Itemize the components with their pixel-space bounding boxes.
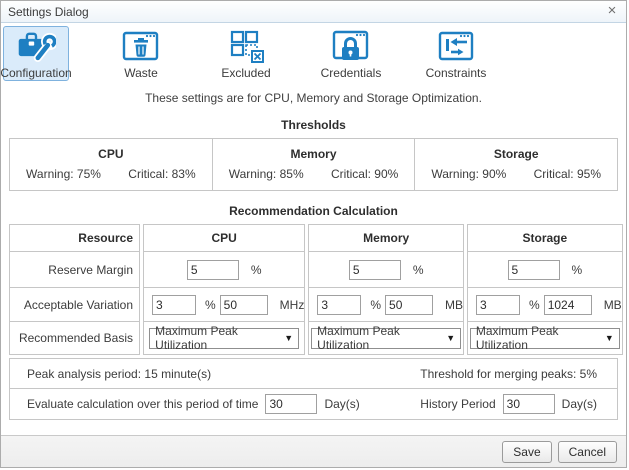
thresholds-box: CPU Warning: 75% Critical: 83% Memory Wa… bbox=[9, 138, 618, 191]
recommendation-footer-box: Peak analysis period: 15 minute(s) Thres… bbox=[9, 358, 618, 420]
storage-variation-percent-input[interactable] bbox=[476, 295, 520, 315]
tab-bar: Configuration Waste bbox=[1, 23, 626, 83]
recommendation-title: Recommendation Calculation bbox=[1, 204, 626, 218]
cpu-header: CPU bbox=[144, 225, 304, 251]
cpu-basis-value: Maximum Peak Utilization bbox=[155, 324, 284, 352]
storage-basis-dropdown[interactable]: Maximum Peak Utilization ▼ bbox=[470, 328, 620, 349]
memory-basis-value: Maximum Peak Utilization bbox=[317, 324, 446, 352]
storage-basis-value: Maximum Peak Utilization bbox=[476, 324, 605, 352]
constraints-arrows-icon bbox=[436, 29, 476, 65]
memory-reserve-unit: % bbox=[413, 263, 424, 277]
tab-credentials-label: Credentials bbox=[321, 66, 382, 80]
tab-excluded-label: Excluded bbox=[221, 66, 270, 80]
memory-variation-abs-input[interactable] bbox=[385, 295, 433, 315]
cpu-reserve-margin-input[interactable] bbox=[187, 260, 239, 280]
cpu-variation-percent-input[interactable] bbox=[152, 295, 196, 315]
threshold-cpu-name: CPU bbox=[10, 147, 212, 161]
threshold-storage-critical: Critical: 95% bbox=[534, 167, 601, 181]
reserve-margin-label: Reserve Margin bbox=[10, 251, 139, 287]
storage-variation-percent-unit: % bbox=[529, 298, 540, 312]
cpu-reserve-unit: % bbox=[251, 263, 262, 277]
memory-variation-abs-unit: MB bbox=[445, 298, 463, 312]
history-period-input[interactable] bbox=[503, 394, 555, 414]
dialog-title: Settings Dialog bbox=[8, 5, 89, 19]
evaluate-period-label: Evaluate calculation over this period of… bbox=[27, 397, 258, 411]
trash-window-icon bbox=[121, 29, 161, 65]
storage-variation-abs-unit: MB bbox=[604, 298, 622, 312]
threshold-storage: Storage Warning: 90% Critical: 95% bbox=[414, 139, 617, 190]
intro-text: These settings are for CPU, Memory and S… bbox=[1, 91, 626, 105]
cancel-button[interactable]: Cancel bbox=[558, 441, 617, 463]
cpu-variation-abs-input[interactable] bbox=[220, 295, 268, 315]
tab-configuration-label: Configuration bbox=[0, 66, 71, 80]
save-button[interactable]: Save bbox=[502, 441, 551, 463]
memory-variation-percent-input[interactable] bbox=[317, 295, 361, 315]
chevron-down-icon: ▼ bbox=[446, 333, 455, 343]
storage-reserve-unit: % bbox=[572, 263, 583, 277]
chevron-down-icon: ▼ bbox=[605, 333, 614, 343]
memory-basis-dropdown[interactable]: Maximum Peak Utilization ▼ bbox=[311, 328, 461, 349]
thresholds-title: Thresholds bbox=[1, 118, 626, 132]
resource-header: Resource bbox=[10, 225, 139, 251]
tab-credentials[interactable]: Credentials bbox=[318, 26, 384, 81]
threshold-cpu-critical: Critical: 83% bbox=[128, 167, 195, 181]
footer-bar: Save Cancel bbox=[1, 435, 626, 467]
chevron-down-icon: ▼ bbox=[284, 333, 293, 343]
threshold-memory-critical: Critical: 90% bbox=[331, 167, 398, 181]
storage-column: Storage % % MB Maximum Peak Utilization … bbox=[467, 224, 623, 355]
threshold-storage-warning: Warning: 90% bbox=[431, 167, 506, 181]
threshold-memory-warning: Warning: 85% bbox=[229, 167, 304, 181]
settings-dialog: Settings Dialog × Configuration bbox=[0, 0, 627, 468]
recommendation-table: Resource Reserve Margin Acceptable Varia… bbox=[9, 224, 618, 420]
cpu-variation-percent-unit: % bbox=[205, 298, 216, 312]
toolbox-wrench-icon bbox=[16, 29, 56, 65]
threshold-memory: Memory Warning: 85% Critical: 90% bbox=[212, 139, 415, 190]
memory-reserve-margin-input[interactable] bbox=[349, 260, 401, 280]
memory-variation-percent-unit: % bbox=[370, 298, 381, 312]
cpu-basis-dropdown[interactable]: Maximum Peak Utilization ▼ bbox=[149, 328, 299, 349]
resource-column: Resource Reserve Margin Acceptable Varia… bbox=[9, 224, 140, 355]
tab-waste-label: Waste bbox=[124, 66, 158, 80]
close-icon[interactable]: × bbox=[604, 3, 620, 19]
acceptable-variation-label: Acceptable Variation bbox=[10, 287, 139, 321]
tab-waste[interactable]: Waste bbox=[108, 26, 174, 81]
memory-header: Memory bbox=[309, 225, 463, 251]
merge-threshold-text: Threshold for merging peaks: 5% bbox=[420, 367, 597, 381]
evaluate-period-input[interactable] bbox=[265, 394, 317, 414]
storage-header: Storage bbox=[468, 225, 622, 251]
cpu-column: CPU % % MHz Maximum Peak Utilization ▼ bbox=[143, 224, 305, 355]
recommended-basis-label: Recommended Basis bbox=[10, 321, 139, 354]
titlebar: Settings Dialog × bbox=[1, 1, 626, 23]
history-period-label: History Period bbox=[420, 397, 495, 411]
lock-window-icon bbox=[331, 29, 371, 65]
threshold-memory-name: Memory bbox=[213, 147, 415, 161]
evaluate-period-unit: Day(s) bbox=[324, 397, 359, 411]
threshold-cpu: CPU Warning: 75% Critical: 83% bbox=[10, 139, 212, 190]
storage-variation-abs-input[interactable] bbox=[544, 295, 592, 315]
tab-excluded[interactable]: Excluded bbox=[213, 26, 279, 81]
threshold-storage-name: Storage bbox=[415, 147, 617, 161]
tab-constraints-label: Constraints bbox=[426, 66, 487, 80]
storage-reserve-margin-input[interactable] bbox=[508, 260, 560, 280]
peak-analysis-text: Peak analysis period: 15 minute(s) bbox=[27, 367, 211, 381]
excluded-grid-icon bbox=[226, 29, 266, 65]
cpu-variation-abs-unit: MHz bbox=[280, 298, 305, 312]
threshold-cpu-warning: Warning: 75% bbox=[26, 167, 101, 181]
tab-constraints[interactable]: Constraints bbox=[423, 26, 489, 81]
tab-configuration[interactable]: Configuration bbox=[3, 26, 69, 81]
history-period-unit: Day(s) bbox=[562, 397, 597, 411]
memory-column: Memory % % MB Maximum Peak Utilization ▼ bbox=[308, 224, 464, 355]
